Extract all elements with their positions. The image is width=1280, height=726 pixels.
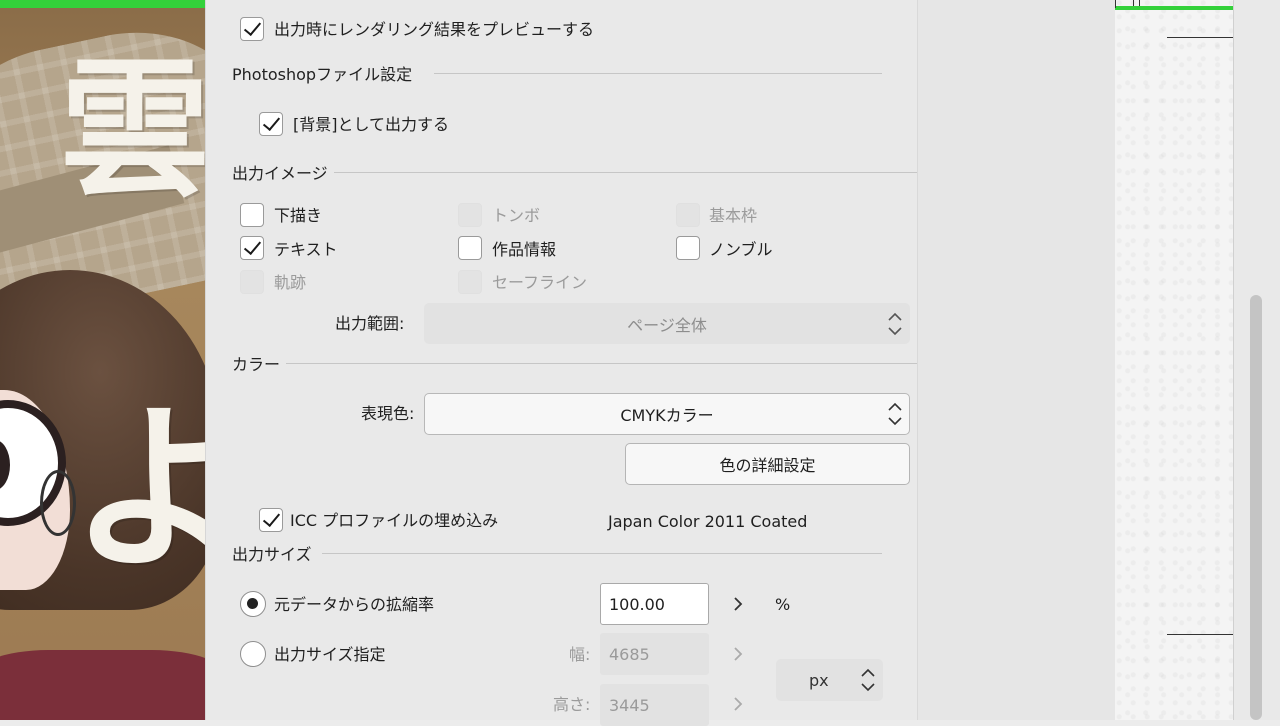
text-label: テキスト [274, 240, 338, 259]
section-divider [434, 73, 882, 74]
section-divider [334, 172, 918, 173]
output-range-label: 出力範囲: [335, 314, 405, 333]
scale-unit: % [775, 595, 791, 614]
chevron-right-icon [734, 697, 743, 711]
icc-embed-label: ICC プロファイルの埋め込み [290, 511, 499, 530]
crop-mark [1167, 634, 1233, 635]
background-label: [背景]として出力する [293, 115, 450, 134]
photoshop-section-title: Photoshopファイル設定 [232, 65, 413, 84]
output-size-section-title: 出力サイズ [232, 545, 312, 564]
canvas-page-preview [1115, 0, 1233, 720]
icc-profile-name: Japan Color 2011 Coated [608, 512, 808, 531]
section-divider [286, 363, 918, 364]
artwork-title-glyph-top: 雲 [60, 42, 205, 218]
canvas-top-guide [1115, 6, 1233, 10]
crop-marks-checkbox [458, 203, 482, 227]
canvas-top-guide [0, 0, 205, 8]
canvas-artwork: 雲 よ [0, 0, 205, 720]
scale-label: 元データからの拡縮率 [274, 595, 435, 614]
crop-mark [1133, 0, 1134, 6]
vertical-scrollbar[interactable] [1233, 0, 1280, 720]
size-unit-value: px [809, 670, 829, 690]
scale-radio[interactable] [240, 591, 266, 617]
updown-arrows-icon [887, 399, 903, 429]
updown-arrows-icon [860, 665, 876, 695]
height-label: 高さ: [553, 695, 591, 714]
crop-mark [1115, 0, 1116, 8]
export-settings-panel: 出力時にレンダリング結果をプレビューする Photoshopファイル設定 [背景… [205, 0, 918, 726]
nombre-label: ノンブル [709, 240, 773, 259]
output-range-select: ページ全体 [424, 303, 910, 344]
updown-arrows-icon [887, 309, 903, 339]
crop-mark [1167, 37, 1233, 38]
color-section-title: カラー [232, 355, 281, 374]
expression-color-label: 表現色: [361, 404, 415, 423]
width-label: 幅: [569, 645, 591, 664]
background-checkbox[interactable] [259, 112, 283, 136]
output-size-radio[interactable] [240, 641, 266, 667]
icc-embed-checkbox[interactable] [259, 508, 283, 532]
sketch-label: 下描き [274, 206, 323, 225]
chevron-right-icon [734, 647, 743, 661]
expression-color-select[interactable]: CMYKカラー [424, 393, 910, 435]
nombre-checkbox[interactable] [676, 236, 700, 260]
crop-marks-label: トンボ [492, 206, 541, 225]
artwork-title-glyph-bottom: よ [70, 384, 205, 595]
preview-label: 出力時にレンダリング結果をプレビューする [274, 20, 595, 39]
output-range-value: ページ全体 [627, 315, 707, 335]
size-unit-select: px [776, 659, 883, 701]
safe-line-checkbox [458, 270, 482, 294]
trail-label: 軌跡 [274, 273, 307, 292]
scrollbar-thumb[interactable] [1250, 295, 1262, 720]
base-frame-checkbox [676, 203, 700, 227]
preview-checkbox[interactable] [240, 17, 264, 41]
section-divider [322, 553, 882, 554]
work-info-label: 作品情報 [492, 240, 557, 259]
workspace-background [917, 0, 1116, 720]
crop-mark [1139, 0, 1140, 6]
expression-color-value: CMYKカラー [620, 406, 714, 425]
width-input: 4685 [600, 633, 709, 675]
artwork-shirt [0, 650, 205, 720]
chevron-right-icon[interactable] [732, 595, 744, 613]
sketch-checkbox[interactable] [240, 203, 264, 227]
safe-line-label: セーフライン [492, 273, 588, 292]
scale-input[interactable]: 100.00 [600, 583, 709, 625]
text-checkbox[interactable] [240, 236, 264, 260]
output-size-label: 出力サイズ指定 [274, 645, 386, 664]
work-info-checkbox[interactable] [458, 236, 482, 260]
trail-checkbox [240, 270, 264, 294]
output-image-section-title: 出力イメージ [232, 164, 328, 183]
base-frame-label: 基本枠 [709, 206, 758, 225]
color-detail-settings-button[interactable]: 色の詳細設定 [625, 443, 910, 485]
